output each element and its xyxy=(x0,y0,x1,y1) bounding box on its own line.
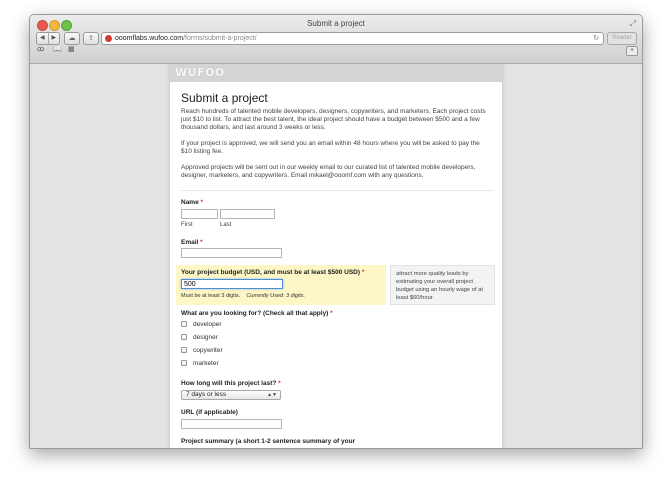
intro-paragraph: Reach hundreds of talented mobile develo… xyxy=(181,108,486,131)
duration-select[interactable]: 7 days or less ▲▼ xyxy=(181,390,281,400)
checkbox-option-marketer[interactable]: marketer xyxy=(181,358,219,368)
budget-instructions: attract more quality leads by estimating… xyxy=(390,265,495,305)
new-tab-button[interactable]: + xyxy=(626,46,638,56)
checkbox-label: developer xyxy=(193,320,222,328)
required-marker: * xyxy=(200,199,204,206)
looking-for-label: What are you looking for? (Check all tha… xyxy=(181,310,333,317)
site-favicon-icon xyxy=(105,35,112,42)
bookmarks-icon[interactable]: 📖 xyxy=(53,45,62,53)
email-label: Email * xyxy=(181,239,203,246)
first-name-sublabel: First xyxy=(181,222,193,228)
url-path: /forms/submit-a-project/ xyxy=(183,35,257,42)
checkbox[interactable] xyxy=(181,347,187,353)
checkbox[interactable] xyxy=(181,360,187,366)
top-sites-icon[interactable]: ▦ xyxy=(68,45,75,53)
checkbox[interactable] xyxy=(181,321,187,327)
budget-input[interactable] xyxy=(181,279,283,289)
required-marker: * xyxy=(278,380,281,387)
duration-selected-value: 7 days or less xyxy=(186,391,227,398)
intro-paragraph: If your project is approved, we will sen… xyxy=(181,140,480,155)
budget-hint: Must be at least 3 digits. Currently Used… xyxy=(181,293,306,299)
wufoo-logo[interactable]: WUFOO xyxy=(175,66,225,79)
window-title: Submit a project xyxy=(307,19,365,28)
intro-paragraph: Approved projects will be sent out in ou… xyxy=(181,164,476,179)
url-input[interactable] xyxy=(181,419,282,429)
checkbox-label: marketer xyxy=(193,359,219,367)
back-forward-buttons: ◀ ▶ xyxy=(36,32,60,45)
share-icon[interactable]: ⇪ xyxy=(83,32,99,45)
section-divider xyxy=(181,190,493,191)
title-bar: Submit a project ⤢ ◀ ▶ ☁ ⇪ ooomflabs.wuf… xyxy=(30,15,642,64)
first-name-input[interactable] xyxy=(181,209,218,219)
chevron-up-down-icon: ▲▼ xyxy=(267,392,277,398)
summary-label: Project summary (a short 1-2 sentence su… xyxy=(181,438,356,445)
checkbox-label: copywriter xyxy=(193,346,223,354)
back-icon[interactable]: ◀ xyxy=(37,33,48,44)
reload-icon[interactable]: ↻ xyxy=(593,33,599,44)
brand-header: WUFOO xyxy=(170,64,502,82)
form-card: WUFOO Submit a project Reach hundreds of… xyxy=(169,64,503,448)
page-viewport: WUFOO Submit a project Reach hundreds of… xyxy=(30,64,642,448)
last-name-input[interactable] xyxy=(220,209,275,219)
reading-list-icon[interactable]: ꝏ xyxy=(37,45,44,53)
checkbox-label: designer xyxy=(193,333,218,341)
form-description: Reach hundreds of talented mobile develo… xyxy=(181,108,491,188)
address-bar[interactable]: ooomflabs.wufoo.com/forms/submit-a-proje… xyxy=(101,32,604,45)
forward-icon[interactable]: ▶ xyxy=(47,33,60,44)
browser-window: Submit a project ⤢ ◀ ▶ ☁ ⇪ ooomflabs.wuf… xyxy=(29,14,643,449)
form-title: Submit a project xyxy=(181,91,268,105)
fullscreen-icon[interactable]: ⤢ xyxy=(630,19,636,29)
budget-label: Your project budget (USD, and must be at… xyxy=(181,269,365,276)
budget-char-count: Currently Used: 3 digits. xyxy=(246,293,306,299)
duration-label: How long will this project last? * xyxy=(181,380,281,387)
checkbox-option-developer[interactable]: developer xyxy=(181,319,222,329)
checkbox-option-copywriter[interactable]: copywriter xyxy=(181,345,223,355)
required-marker: * xyxy=(361,269,365,276)
url-label: URL (if applicable) xyxy=(181,409,238,416)
last-name-sublabel: Last xyxy=(220,222,232,228)
reader-button[interactable]: Reader xyxy=(607,32,637,45)
checkbox-option-designer[interactable]: designer xyxy=(181,332,218,342)
checkbox[interactable] xyxy=(181,334,187,340)
email-field[interactable] xyxy=(181,248,282,258)
name-label: Name * xyxy=(181,199,204,206)
required-marker: * xyxy=(330,310,333,317)
icloud-tabs-icon[interactable]: ☁ xyxy=(64,32,80,45)
required-marker: * xyxy=(200,239,203,246)
url-host: ooomflabs.wufoo.com xyxy=(115,35,184,42)
url-text: ooomflabs.wufoo.com/forms/submit-a-proje… xyxy=(115,33,257,44)
